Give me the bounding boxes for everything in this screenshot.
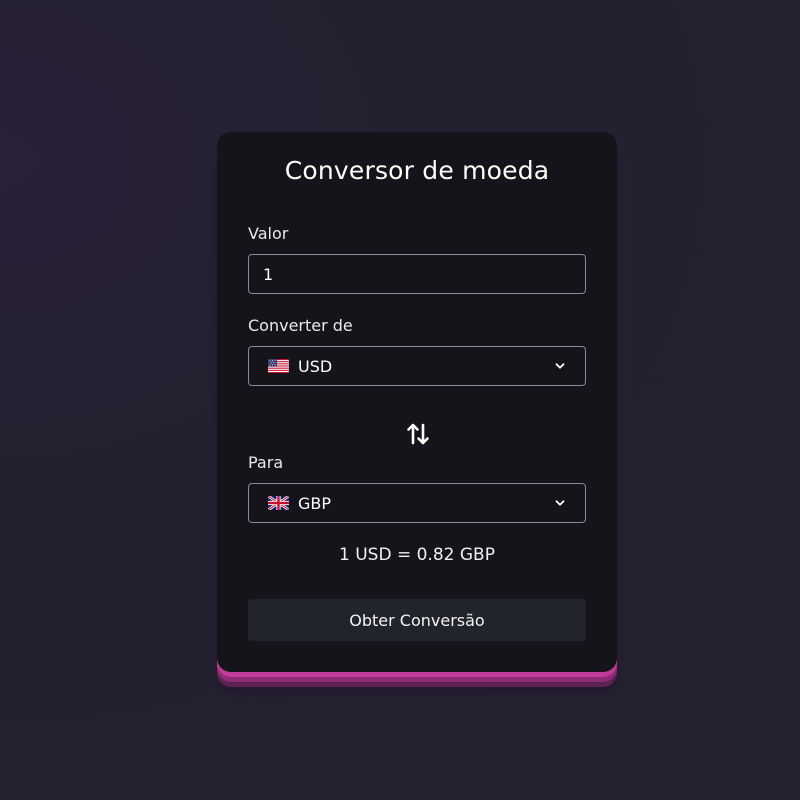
amount-field[interactable] bbox=[248, 254, 586, 294]
converter-card-wrapper: Conversor de moeda Valor Converter de bbox=[217, 132, 617, 672]
page-title: Conversor de moeda bbox=[284, 156, 550, 185]
chevron-down-icon bbox=[555, 363, 565, 369]
from-label: Converter de bbox=[248, 316, 353, 335]
converter-card: Conversor de moeda Valor Converter de bbox=[217, 132, 617, 672]
to-currency-select[interactable]: GBP bbox=[248, 483, 586, 523]
amount-input[interactable] bbox=[263, 255, 563, 293]
chevron-down-icon bbox=[555, 500, 565, 506]
uk-flag-icon bbox=[268, 496, 289, 510]
from-currency-select[interactable]: USD bbox=[248, 346, 586, 386]
us-flag-icon bbox=[268, 359, 289, 373]
exchange-rate-result: 1 USD = 0.82 GBP bbox=[339, 545, 495, 565]
to-currency-value: GBP bbox=[298, 493, 332, 513]
swap-arrows-icon[interactable] bbox=[405, 421, 431, 447]
to-currency-display: GBP bbox=[268, 484, 331, 522]
from-currency-value: USD bbox=[298, 356, 333, 376]
to-label: Para bbox=[248, 453, 284, 472]
amount-label: Valor bbox=[248, 224, 289, 243]
from-currency-display: USD bbox=[268, 347, 332, 385]
get-conversion-button[interactable]: Obter Conversão bbox=[248, 599, 586, 641]
